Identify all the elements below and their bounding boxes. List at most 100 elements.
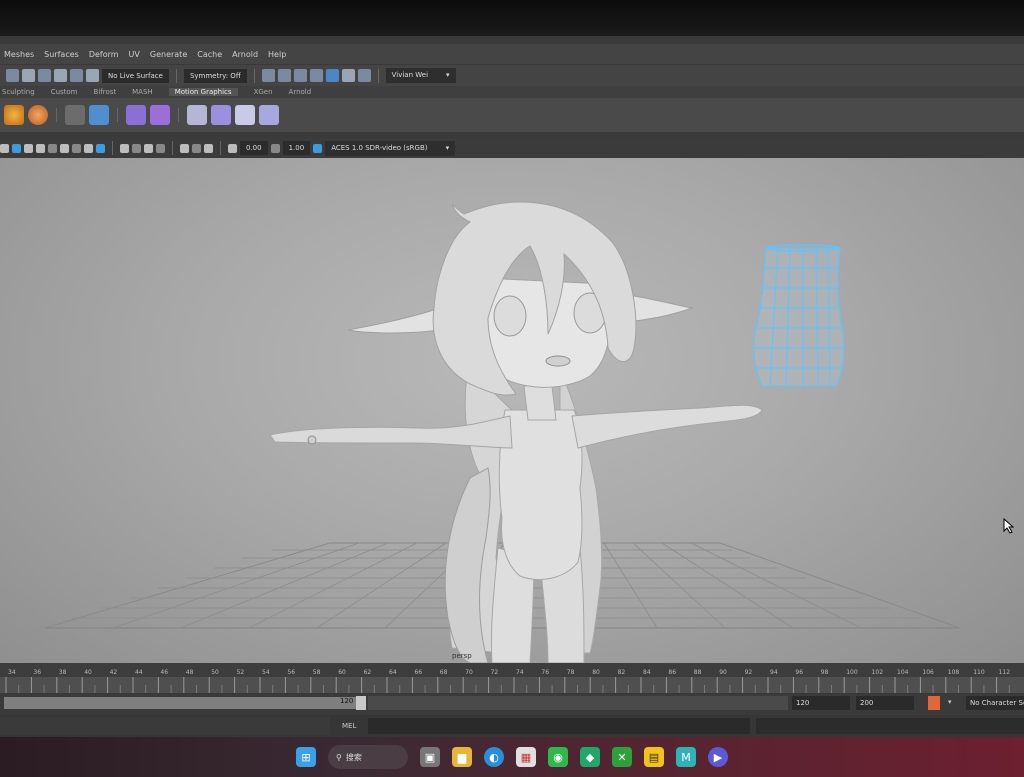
snap-grid-icon[interactable] (6, 69, 19, 82)
file-explorer-icon[interactable]: ▆ (452, 747, 472, 767)
menu-help[interactable]: Help (268, 50, 286, 59)
shelf-sphere-icon[interactable] (4, 105, 24, 125)
ambient-occlusion-icon[interactable] (84, 143, 93, 153)
xray-joints-icon[interactable] (132, 143, 141, 153)
snap-surface-icon[interactable] (70, 69, 83, 82)
tab-xgen[interactable]: XGen (254, 88, 273, 96)
status-line: No Live Surface Symmetry: Off Vivian Wei… (0, 64, 1024, 86)
timeline-tick-label: 54 (262, 669, 270, 676)
xray-icon[interactable] (120, 143, 129, 153)
range-handle[interactable] (356, 696, 366, 710)
timeline-tick-label: 48 (186, 669, 194, 676)
menu-arnold[interactable]: Arnold (232, 50, 258, 59)
gamma-field[interactable]: 1.00 (282, 141, 311, 155)
windows-start-icon[interactable]: ⊞ (296, 747, 316, 767)
timeline-tick-label: 72 (491, 669, 499, 676)
lighting-icon[interactable] (60, 143, 69, 153)
auto-key-icon[interactable] (928, 696, 940, 710)
arnold-render-icon[interactable] (325, 69, 339, 82)
timeline-tick-label: 44 (135, 669, 143, 676)
render-settings-icon[interactable] (293, 69, 307, 82)
viewport-scene: persp (44, 201, 961, 663)
edge-browser-icon[interactable]: ◐ (484, 747, 504, 767)
command-line: MEL (0, 715, 1024, 737)
sticky-notes-icon[interactable]: ▤ (644, 747, 664, 767)
color-management-icon[interactable] (313, 143, 323, 153)
command-input[interactable] (368, 718, 750, 734)
timeline-tick-label: 86 (668, 669, 676, 676)
microsoft-store-icon[interactable]: ▦ (516, 747, 536, 767)
render-view-icon[interactable] (341, 69, 355, 82)
timeline-tick-label: 104 (897, 669, 909, 676)
tab-sculpting[interactable]: Sculpting (2, 88, 35, 96)
isolate-select-icon[interactable] (144, 143, 153, 153)
wireframe-cylinder[interactable] (753, 244, 845, 387)
shelf-svg-icon[interactable] (235, 105, 255, 125)
tab-bifrost[interactable]: Bifrost (94, 88, 117, 96)
timeline-tick-label: 76 (541, 669, 549, 676)
animation-end-field[interactable]: 200 (856, 696, 914, 710)
shelf-particles-icon[interactable] (65, 105, 85, 125)
tab-motion-graphics[interactable]: Motion Graphics (168, 88, 238, 96)
maya-app-icon[interactable]: M (676, 747, 696, 767)
wechat-icon[interactable]: ◉ (548, 747, 568, 767)
shelf-grid-icon[interactable] (89, 105, 109, 125)
symmetry-dropdown[interactable]: Symmetry: Off (183, 68, 247, 83)
smooth-shade-icon[interactable] (24, 143, 33, 153)
snap-curve-icon[interactable] (22, 69, 35, 82)
range-slider[interactable] (4, 697, 364, 709)
menu-generate[interactable]: Generate (150, 50, 187, 59)
perspective-viewport[interactable]: persp (0, 158, 1024, 663)
tab-custom[interactable]: Custom (51, 88, 78, 96)
workspace-dropdown[interactable]: Vivian Wei ▾ (385, 68, 456, 83)
menu-surfaces[interactable]: Surfaces (44, 50, 79, 59)
menu-cache[interactable]: Cache (197, 50, 222, 59)
task-view-icon[interactable]: ▣ (420, 747, 440, 767)
shelf-mash-icon[interactable] (259, 105, 279, 125)
camera-attributes-icon[interactable] (0, 143, 9, 153)
color-space-dropdown[interactable]: ACES 1.0 SDR-video (sRGB) ▾ (325, 140, 456, 156)
playback-end-field[interactable]: 120 (792, 696, 850, 710)
exposure-field[interactable]: 0.00 (240, 141, 268, 155)
shelf-instancer-icon[interactable] (211, 105, 231, 125)
time-slider-ruler: 34 36 38 40 42 44 46 48 50 52 54 56 58 60 62 64 66 68 70 72… (0, 669, 1024, 693)
field-chart-icon[interactable] (192, 143, 201, 153)
menu-uv[interactable]: UV (129, 50, 140, 59)
taskbar-search[interactable]: ⚲ 搜索 (328, 745, 408, 769)
timeline-tick-label: 78 (567, 669, 575, 676)
gate-mask-icon[interactable] (180, 143, 189, 153)
divider (220, 141, 221, 155)
tab-arnold[interactable]: Arnold (289, 88, 312, 96)
shelf-ball-icon[interactable] (28, 105, 48, 125)
textured-icon[interactable] (48, 143, 57, 153)
media-player-icon[interactable]: ▶ (708, 747, 728, 767)
mel-label[interactable]: MEL (342, 722, 356, 730)
grid-toggle-icon[interactable] (156, 143, 165, 153)
wireframe-shaded-icon[interactable] (12, 143, 21, 153)
snap-view-icon[interactable] (54, 69, 67, 82)
safe-action-icon[interactable] (204, 143, 213, 153)
shadows-icon[interactable] (72, 143, 81, 153)
chevron-down-icon[interactable]: ▾ (948, 698, 952, 706)
character-set-dropdown[interactable]: No Character Set (966, 696, 1024, 710)
pause-icon[interactable] (357, 69, 371, 82)
motion-blur-icon[interactable] (96, 143, 105, 153)
tab-mash[interactable]: MASH (132, 88, 153, 96)
default-material-icon[interactable] (36, 143, 45, 153)
time-slider[interactable]: 34 36 38 40 42 44 46 48 50 52 54 56 58 60 62 64 66 68 70 72… (0, 663, 1024, 693)
shelf-type-icon[interactable] (150, 105, 170, 125)
hypershade-icon[interactable] (309, 69, 323, 82)
ipr-render-icon[interactable] (277, 69, 291, 82)
live-surface-field[interactable]: No Live Surface (102, 68, 169, 83)
security-shield-icon[interactable]: ◆ (580, 747, 600, 767)
menu-deform[interactable]: Deform (89, 50, 119, 59)
snap-point-icon[interactable] (38, 69, 51, 82)
xbox-icon[interactable]: ✕ (612, 747, 632, 767)
timeline-tick-label: 50 (211, 669, 219, 676)
range-track[interactable] (368, 696, 788, 710)
shelf-cube-icon[interactable] (126, 105, 146, 125)
snap-pivot-icon[interactable] (86, 69, 99, 82)
shelf-sweep-icon[interactable] (187, 105, 207, 125)
render-icon[interactable] (261, 69, 275, 82)
menu-meshes[interactable]: Meshes (4, 50, 34, 59)
